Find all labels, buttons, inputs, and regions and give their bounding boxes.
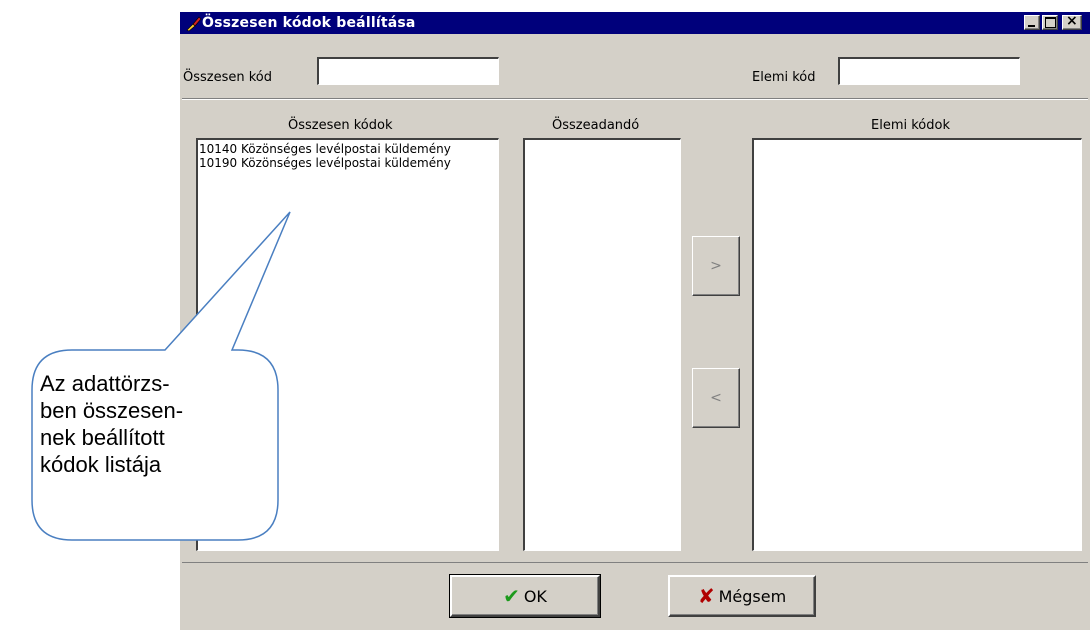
- callout-line: Az adattörzs-: [40, 371, 170, 396]
- list-item[interactable]: 10190 Közönséges levélpostai küldemény: [199, 156, 497, 170]
- elemi-kodok-list[interactable]: [752, 138, 1082, 551]
- cancel-button[interactable]: ✘ Mégsem: [668, 575, 816, 617]
- ok-button[interactable]: ✔ OK: [449, 574, 601, 618]
- osszesen-kodok-list[interactable]: 10140 Közönséges levélpostai küldemény 1…: [196, 138, 499, 551]
- checkmark-icon: ✔: [503, 584, 520, 608]
- maximize-button[interactable]: [1042, 15, 1058, 30]
- callout-line: ben összesen-: [40, 398, 184, 423]
- window-title: Összesen kódok beállítása: [202, 15, 416, 31]
- osszesen-kodok-header: Összesen kódok: [288, 118, 393, 133]
- button-panel: [182, 562, 1088, 628]
- osszesen-kod-label: Összesen kód: [183, 70, 273, 85]
- osszeadando-list[interactable]: [523, 138, 681, 551]
- remove-button[interactable]: <: [692, 368, 740, 428]
- title-bar[interactable]: Összesen kódok beállítása ×: [180, 12, 1090, 34]
- brush-icon: [186, 16, 202, 32]
- callout-text: Az adattörzs- ben összesen- nek beállíto…: [40, 370, 270, 478]
- close-icon: ×: [1066, 13, 1078, 29]
- minimize-button[interactable]: [1024, 15, 1040, 30]
- add-button[interactable]: >: [692, 236, 740, 296]
- close-button[interactable]: ×: [1062, 13, 1082, 30]
- x-icon: ✘: [697, 584, 715, 608]
- elemi-kod-input[interactable]: [838, 57, 1020, 85]
- callout-line: nek beállított: [40, 425, 165, 450]
- elemi-kod-label: Elemi kód: [752, 70, 816, 85]
- list-item[interactable]: 10140 Közönséges levélpostai küldemény: [199, 142, 497, 156]
- osszeadando-header: Összeadandó: [552, 118, 640, 133]
- callout-line: kódok listája: [40, 452, 162, 477]
- elemi-kodok-header: Elemi kódok: [871, 118, 950, 133]
- dialog-window: Összesen kódok beállítása × Összesen kód…: [180, 12, 1090, 630]
- separator: [182, 98, 1088, 100]
- cancel-label: Mégsem: [718, 586, 787, 606]
- ok-label: OK: [523, 586, 547, 606]
- osszesen-kod-input[interactable]: [317, 57, 499, 85]
